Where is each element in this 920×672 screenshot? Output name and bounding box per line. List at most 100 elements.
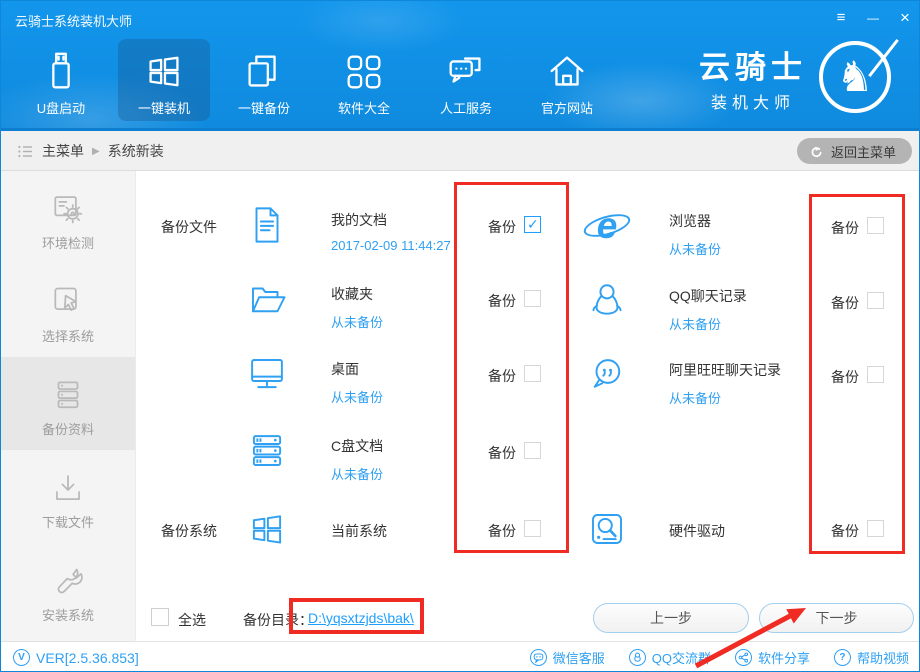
footer-link-label: 帮助视频: [857, 648, 909, 667]
select-all-label: 全选: [178, 610, 206, 630]
breadcrumb-bar: 主菜单 ▶ 系统新装 返回主菜单: [1, 131, 920, 171]
copy-icon: [241, 49, 287, 95]
drive-c-icon: [246, 430, 288, 472]
knight-glyph: ♞: [836, 56, 874, 98]
version-info: V VER[2.5.36.853]: [13, 649, 139, 666]
brand-logo: 云骑士 装机大师 ♞: [699, 41, 891, 113]
backup-row-wangwang-history: 阿里旺旺聊天记录 从未备份 备份: [136, 347, 920, 403]
nav-label: U盘启动: [37, 98, 85, 117]
backup-checkbox-label: 备份: [831, 218, 859, 238]
qq-group-link[interactable]: QQ交流群: [629, 648, 711, 667]
backup-row-hardware-drivers: 硬件驱动 备份: [136, 501, 920, 557]
sidebar-item-backup-data[interactable]: 备份资料: [1, 357, 135, 450]
backup-dir-label: 备份目录：: [243, 610, 313, 630]
breadcrumb-current: 系统新装: [108, 141, 164, 161]
close-icon[interactable]: ×: [893, 7, 917, 29]
wechat-icon: [530, 649, 547, 666]
logo-line2: 装机大师: [699, 89, 807, 113]
item-status: 从未备份: [669, 239, 721, 258]
undo-arrow-icon: [809, 144, 824, 159]
nav-label: 人工服务: [440, 98, 492, 117]
item-title: QQ聊天记录: [669, 286, 747, 306]
breadcrumb-separator-icon: ▶: [92, 146, 100, 157]
back-to-main-menu-button[interactable]: 返回主菜单: [797, 138, 912, 164]
breadcrumb-root[interactable]: 主菜单: [42, 141, 84, 161]
sidebar-item-label: 选择系统: [42, 326, 94, 345]
breadcrumb: 主菜单 ▶ 系统新装: [17, 131, 164, 171]
version-icon: V: [13, 649, 30, 666]
home-icon: [544, 49, 590, 95]
item-title: 浏览器: [669, 211, 711, 231]
footer-links: 微信客服 QQ交流群 软件分享 ? 帮助视频: [530, 648, 909, 667]
chat-bubbles-icon: [443, 49, 489, 95]
backup-checkbox-label: 备份: [831, 521, 859, 541]
help-video-link[interactable]: ? 帮助视频: [834, 648, 909, 667]
backup-checkbox[interactable]: [867, 366, 884, 383]
backup-row-qq-history: QQ聊天记录 从未备份 备份: [136, 273, 920, 329]
wangwang-bubble-icon: [586, 354, 628, 396]
app-window: 云骑士系统装机大师 ≡ — × U盘启动 一键装机 一键备份 软件大全: [0, 0, 920, 672]
nav-label: 一键备份: [238, 98, 290, 117]
sidebar: 环境检测 选择系统 备份资料 下载文件 安装系统: [1, 171, 136, 641]
wrench-icon: [49, 562, 87, 600]
sidebar-item-install-system[interactable]: 安装系统: [1, 543, 135, 636]
wechat-service-link[interactable]: 微信客服: [530, 648, 605, 667]
version-text: VER[2.5.36.853]: [36, 650, 139, 666]
nav-label: 软件大全: [338, 98, 390, 117]
windows-grid-icon: [141, 49, 187, 95]
backup-row-browser: e 浏览器 从未备份 备份: [136, 198, 920, 254]
nav-official-website[interactable]: 官方网站: [521, 39, 613, 121]
backup-row-c-drive-docs: C盘文档 从未备份 备份: [136, 423, 920, 479]
sidebar-item-select-system[interactable]: 选择系统: [1, 264, 135, 357]
sidebar-item-download-files[interactable]: 下载文件: [1, 450, 135, 543]
backup-checkbox[interactable]: [867, 292, 884, 309]
item-title: C盘文档: [331, 436, 383, 456]
list-icon: [17, 143, 34, 160]
qq-icon: [629, 649, 646, 666]
sidebar-item-label: 环境检测: [42, 233, 94, 252]
sidebar-item-label: 安装系统: [42, 605, 94, 624]
knight-logo-icon: ♞: [819, 41, 891, 113]
item-status: 从未备份: [331, 464, 383, 483]
footer-link-label: 软件分享: [758, 648, 810, 667]
usb-drive-icon: [38, 49, 84, 95]
backup-panel: 备份文件 备份系统 我的文档 2017-02-09 11:44:27 备份 收藏…: [136, 171, 920, 641]
share-icon: [735, 649, 752, 666]
item-status: 从未备份: [669, 388, 721, 407]
nav-usb-boot[interactable]: U盘启动: [15, 39, 107, 121]
drive-search-icon: [586, 508, 628, 550]
sidebar-item-env-check[interactable]: 环境检测: [1, 171, 135, 264]
next-step-button[interactable]: 下一步: [759, 603, 914, 633]
header: 云骑士系统装机大师 ≡ — × U盘启动 一键装机 一键备份 软件大全: [1, 1, 920, 131]
nav-label: 官方网站: [541, 98, 593, 117]
cursor-select-icon: [49, 283, 87, 321]
item-status: 从未备份: [669, 314, 721, 333]
share-software-link[interactable]: 软件分享: [735, 648, 810, 667]
download-icon: [49, 469, 87, 507]
menu-icon[interactable]: ≡: [829, 7, 853, 29]
nav-one-click-install[interactable]: 一键装机: [118, 39, 210, 121]
minimize-icon[interactable]: —: [861, 7, 885, 29]
apps-grid-icon: [341, 49, 387, 95]
nav-live-service[interactable]: 人工服务: [420, 39, 512, 121]
backup-checkbox[interactable]: [867, 520, 884, 537]
nav-label: 一键装机: [138, 98, 190, 117]
backup-dir-link[interactable]: D:\yqsxtzjds\bak\: [308, 610, 414, 626]
window-title: 云骑士系统装机大师: [15, 11, 132, 30]
footer-link-label: QQ交流群: [652, 648, 711, 667]
qq-penguin-icon: [586, 280, 628, 322]
status-bar: V VER[2.5.36.853] 微信客服 QQ交流群 软件分享: [1, 641, 920, 672]
help-icon: ?: [834, 649, 851, 666]
footer-link-label: 微信客服: [553, 648, 605, 667]
back-button-label: 返回主菜单: [831, 142, 896, 161]
backup-checkbox-label: 备份: [831, 293, 859, 313]
nav-one-click-backup[interactable]: 一键备份: [218, 39, 310, 121]
prev-step-button[interactable]: 上一步: [593, 603, 749, 633]
backup-checkbox-label: 备份: [831, 367, 859, 387]
nav-software-collection[interactable]: 软件大全: [318, 39, 410, 121]
backup-checkbox[interactable]: [524, 442, 541, 459]
backup-checkbox[interactable]: [867, 217, 884, 234]
backup-checkbox-label: 备份: [488, 443, 516, 463]
box-gear-icon: [49, 190, 87, 228]
select-all-checkbox[interactable]: [151, 608, 169, 626]
